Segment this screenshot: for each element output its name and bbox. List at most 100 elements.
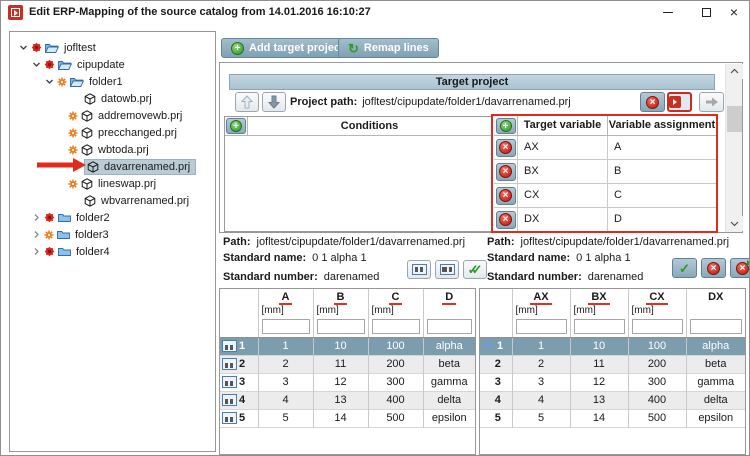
filter-input[interactable] bbox=[631, 319, 683, 335]
column-header[interactable]: DX bbox=[686, 289, 745, 317]
table-row[interactable]: 3 3 12 300 gamma bbox=[480, 373, 745, 391]
table-row[interactable]: 4 4 13 400 delta bbox=[220, 391, 475, 409]
close-button[interactable]: × bbox=[717, 1, 749, 23]
chevron-down-icon[interactable] bbox=[45, 77, 54, 86]
tree-item-label: jofltest bbox=[64, 41, 96, 54]
tree-item-label: cipupdate bbox=[77, 58, 125, 71]
filter-input[interactable] bbox=[261, 319, 310, 335]
variable-assignment-cell[interactable]: D bbox=[608, 208, 716, 231]
tree-item-label: wbtoda.prj bbox=[98, 143, 149, 156]
filter-input[interactable] bbox=[515, 319, 567, 335]
move-down-button[interactable] bbox=[262, 92, 286, 112]
tree-item-jofltest[interactable]: jofltest bbox=[10, 39, 215, 56]
chevron-down-icon[interactable] bbox=[32, 60, 41, 69]
tree-item-davarrenamed-selected[interactable]: davarrenamed.prj bbox=[10, 158, 215, 175]
tree-item-wbtoda[interactable]: wbtoda.prj bbox=[10, 141, 215, 158]
tree-item-folder3[interactable]: folder3 bbox=[10, 226, 215, 243]
tree-item-label: folder3 bbox=[75, 228, 109, 241]
tree-item-lineswap[interactable]: lineswap.prj bbox=[10, 175, 215, 192]
chevron-right-icon[interactable] bbox=[32, 213, 41, 222]
line-mapping-icon[interactable] bbox=[222, 358, 237, 371]
open-in-app-button[interactable] bbox=[667, 92, 692, 112]
target-variable-cell[interactable]: DX bbox=[518, 208, 608, 231]
part-cube-icon bbox=[81, 143, 93, 156]
table-row[interactable]: 1 1 10 100 alpha bbox=[480, 337, 745, 355]
app-icon bbox=[669, 96, 681, 108]
remove-variable-button[interactable]: × bbox=[495, 138, 516, 157]
column-header[interactable]: A [mm] bbox=[258, 289, 314, 317]
arrow-right-icon bbox=[705, 97, 718, 107]
corner-cell bbox=[220, 289, 259, 317]
remap-lines-button[interactable]: ↻ Remap lines bbox=[338, 38, 439, 58]
filter-input[interactable] bbox=[316, 319, 365, 335]
line-mapping-icon[interactable] bbox=[222, 412, 237, 425]
column-header[interactable]: D bbox=[423, 289, 475, 317]
table-row[interactable]: 2 2 11 200 beta bbox=[480, 355, 745, 373]
table-columns-icon bbox=[411, 264, 427, 275]
column-header[interactable]: BX [mm] bbox=[570, 289, 629, 317]
add-target-project-button[interactable]: + Add target project bbox=[221, 38, 354, 58]
chevron-right-icon[interactable] bbox=[32, 247, 41, 256]
add-variable-button[interactable]: + bbox=[495, 117, 516, 134]
target-variable-cell[interactable]: CX bbox=[518, 184, 608, 207]
tree-item-wbvarrenamed[interactable]: wbvarrenamed.prj bbox=[10, 192, 215, 209]
remove-variable-button[interactable]: × bbox=[495, 210, 516, 229]
chevron-down-icon[interactable] bbox=[19, 43, 28, 52]
apply-all-button[interactable]: ✓ ✓ bbox=[463, 260, 487, 279]
table-row[interactable]: 3 3 12 300 gamma bbox=[220, 373, 475, 391]
variable-assignment-cell[interactable]: B bbox=[608, 160, 716, 183]
remove-variable-button[interactable]: × bbox=[495, 162, 516, 181]
show-expression-columns-button[interactable] bbox=[435, 260, 459, 279]
chevron-right-icon[interactable] bbox=[32, 230, 41, 239]
filter-input[interactable] bbox=[426, 319, 472, 335]
line-mapping-icon[interactable] bbox=[222, 376, 237, 389]
table-row[interactable]: 5 5 14 500 epsilon bbox=[480, 409, 745, 427]
reject-and-continue-button[interactable]: × bbox=[730, 258, 749, 278]
forward-button[interactable] bbox=[699, 92, 724, 112]
remove-variable-button[interactable]: × bbox=[495, 186, 516, 205]
move-up-button[interactable] bbox=[235, 92, 259, 112]
close-icon: × bbox=[729, 4, 739, 20]
standard-number-label: Standard number: bbox=[223, 271, 318, 283]
tree-item-precchanged[interactable]: precchanged.prj bbox=[10, 124, 215, 141]
table-row[interactable]: 5 5 14 500 epsilon bbox=[220, 409, 475, 427]
delete-target-project-button[interactable]: × bbox=[640, 92, 665, 112]
scroll-down-button[interactable] bbox=[726, 216, 743, 231]
tree-item-datowb[interactable]: datowb.prj bbox=[10, 90, 215, 107]
filter-input[interactable] bbox=[689, 319, 742, 335]
tree-item-cipupdate[interactable]: cipupdate bbox=[10, 56, 215, 73]
add-condition-button[interactable]: + bbox=[226, 118, 246, 134]
line-mapping-icon[interactable] bbox=[222, 340, 237, 353]
show-number-columns-button[interactable] bbox=[407, 260, 431, 279]
target-variable-cell[interactable]: AX bbox=[518, 136, 608, 159]
table-row[interactable]: 1 1 10 100 alpha bbox=[220, 337, 475, 355]
table-row[interactable]: 4 4 13 400 delta bbox=[480, 391, 745, 409]
column-header[interactable]: B [mm] bbox=[313, 289, 369, 317]
tree-item-folder1[interactable]: folder1 bbox=[10, 73, 215, 90]
tree-item-addremovewb[interactable]: addremovewb.prj bbox=[10, 107, 215, 124]
arrow-down-icon bbox=[268, 95, 280, 109]
target-variable-cell[interactable]: BX bbox=[518, 160, 608, 183]
gear-badge-icon bbox=[68, 111, 78, 121]
tree-item-folder2[interactable]: folder2 bbox=[10, 209, 215, 226]
remap-icon: ↻ bbox=[348, 40, 359, 56]
vertical-scrollbar[interactable] bbox=[725, 64, 743, 232]
scrollbar-thumb[interactable] bbox=[727, 106, 742, 132]
variable-assignment-cell[interactable]: C bbox=[608, 184, 716, 207]
accept-mapping-button[interactable]: ✓ bbox=[672, 258, 697, 278]
reject-mapping-button[interactable]: × bbox=[701, 258, 726, 278]
tree-item-folder4[interactable]: folder4 bbox=[10, 243, 215, 260]
minimize-button[interactable] bbox=[651, 1, 685, 23]
filter-input[interactable] bbox=[573, 319, 625, 335]
scroll-up-button[interactable] bbox=[726, 64, 743, 79]
tree-item-label: precchanged.prj bbox=[98, 126, 177, 139]
table-row[interactable]: 2 2 11 200 beta bbox=[220, 355, 475, 373]
column-header[interactable]: C [mm] bbox=[368, 289, 424, 317]
column-header[interactable]: AX [mm] bbox=[512, 289, 571, 317]
variable-row: × BX B bbox=[494, 160, 716, 184]
filter-input[interactable] bbox=[371, 319, 420, 335]
variable-assignment-cell[interactable]: A bbox=[608, 136, 716, 159]
column-header[interactable]: CX [mm] bbox=[628, 289, 687, 317]
corner-cell bbox=[220, 317, 259, 338]
line-mapping-icon[interactable] bbox=[222, 394, 237, 407]
